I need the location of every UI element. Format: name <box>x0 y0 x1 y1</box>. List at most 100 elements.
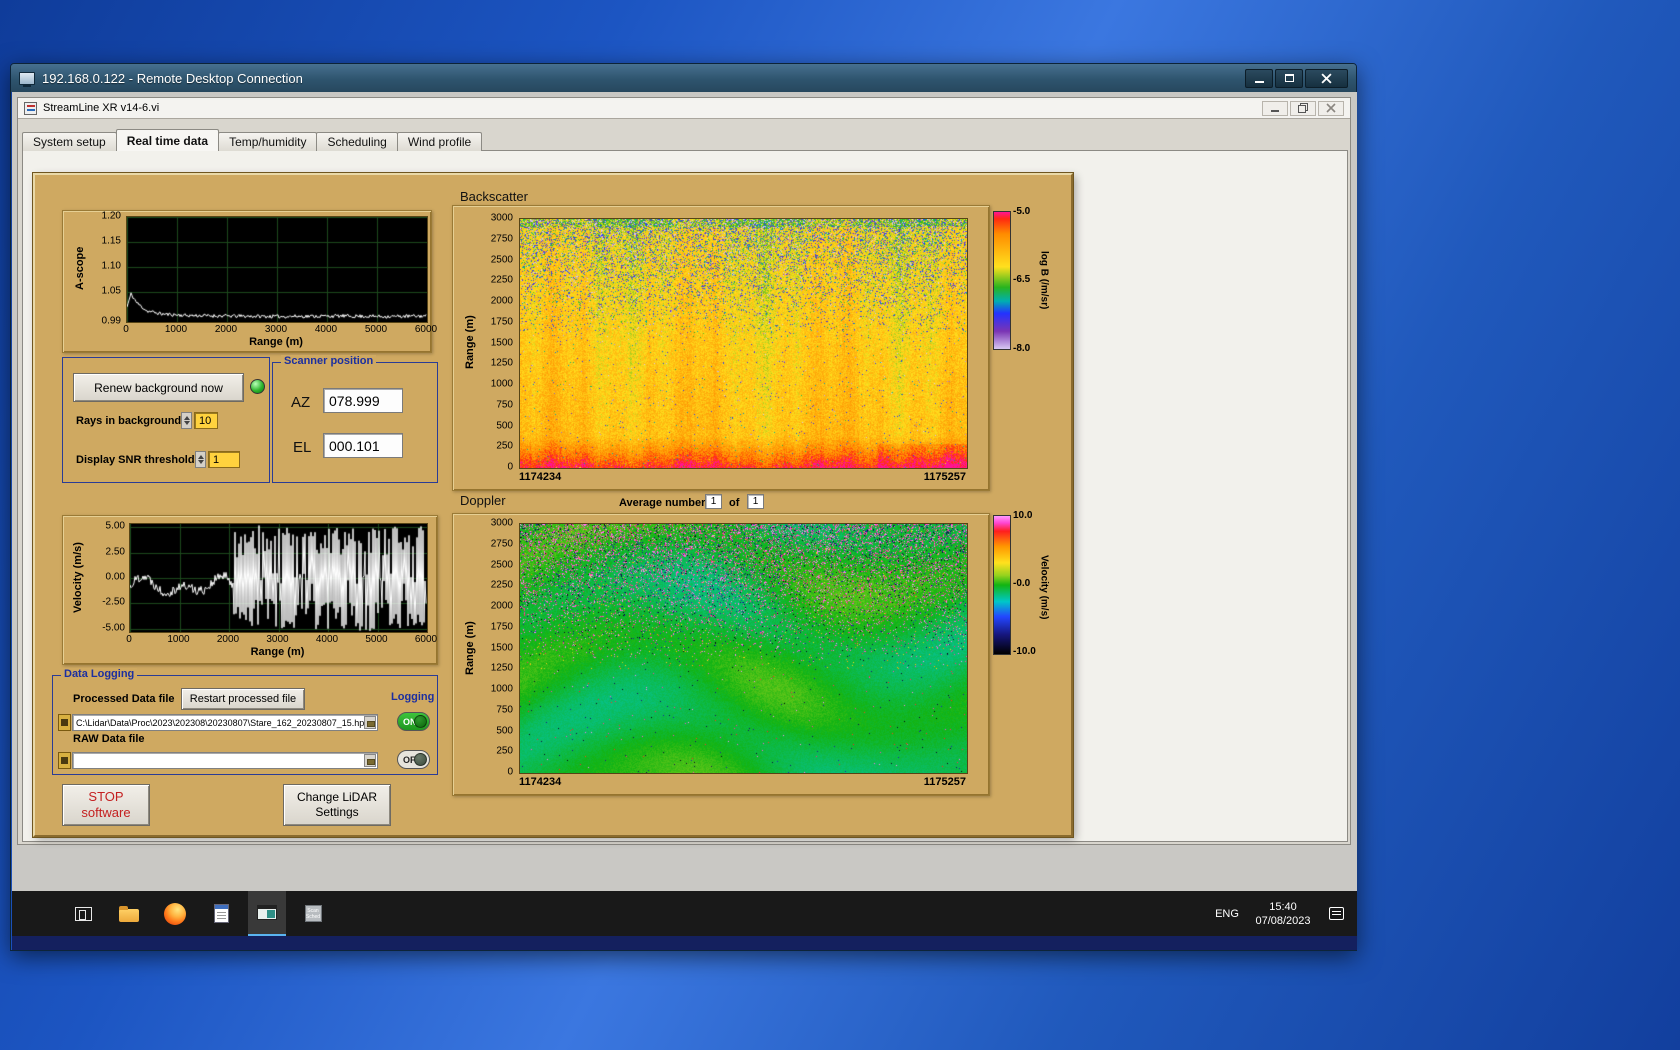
doppler-chart: Range (m) 300027502500225020001750150012… <box>452 513 990 796</box>
browse-folder-icon[interactable] <box>364 716 376 729</box>
raw-path-field[interactable] <box>72 752 378 769</box>
y-tick-label: 2250 <box>491 275 513 286</box>
path-type-icon[interactable] <box>58 752 71 769</box>
velocity-x-ticks: 0100020003000400050006000 <box>129 634 426 645</box>
snr-value-field[interactable]: 1 <box>208 451 240 468</box>
processed-path-field[interactable]: C:\Lidar\Data\Proc\2023\202308\20230807\… <box>72 714 378 731</box>
close-icon <box>1326 103 1336 113</box>
app-titlebar[interactable]: StreamLine XR v14-6.vi <box>18 98 1350 119</box>
path-type-icon[interactable] <box>58 714 71 731</box>
backscatter-cb-label: log B (/m/sr) <box>1037 215 1051 345</box>
y-tick-label: 750 <box>496 704 513 715</box>
scan-scheduler-icon: ScanSched <box>305 905 322 922</box>
rdp-close-button[interactable] <box>1305 69 1348 88</box>
x-tick-label: 4000 <box>315 324 337 335</box>
browse-folder-icon[interactable] <box>364 754 376 767</box>
x-tick-label: 0 <box>126 634 132 645</box>
y-tick-label: -2.50 <box>102 597 125 608</box>
y-tick-label: 0.99 <box>102 316 121 327</box>
y-tick-label: 1750 <box>491 621 513 632</box>
tab-scheduling[interactable]: Scheduling <box>316 132 397 151</box>
raw-logging-toggle[interactable]: OFF <box>397 750 430 769</box>
y-tick-label: 1.05 <box>102 286 121 297</box>
restore-icon <box>1298 103 1308 113</box>
tab-system-setup[interactable]: System setup <box>22 132 117 151</box>
processed-logging-toggle[interactable]: ON <box>397 712 430 731</box>
scan-scheduler-button[interactable]: ScanSched <box>294 891 332 936</box>
y-tick-label: 5.00 <box>106 521 125 532</box>
velocity-plot <box>129 523 428 633</box>
task-view-icon <box>75 907 92 921</box>
rdp-titlebar[interactable]: 192.168.0.122 - Remote Desktop Connectio… <box>11 64 1356 92</box>
ascope-y-axis-label: A-scope <box>73 225 87 311</box>
y-tick-label: 0 <box>507 462 513 473</box>
document-app-button[interactable] <box>202 891 240 936</box>
background-controls-group: Renew background now Rays in background … <box>62 357 270 483</box>
rdp-minimize-button[interactable] <box>1245 69 1273 88</box>
restart-processed-file-button[interactable]: Restart processed file <box>181 688 305 710</box>
y-tick-label: 1750 <box>491 316 513 327</box>
app-close-button[interactable] <box>1318 101 1344 116</box>
task-view-button[interactable] <box>64 891 102 936</box>
rays-spinner[interactable] <box>181 412 192 429</box>
average-total-field[interactable]: 1 <box>747 494 764 509</box>
clock[interactable]: 15:40 07/08/2023 <box>1248 891 1318 936</box>
average-number-field[interactable]: 1 <box>705 494 722 509</box>
rdp-window: 192.168.0.122 - Remote Desktop Connectio… <box>10 63 1357 951</box>
y-tick-label: 250 <box>496 441 513 452</box>
y-tick-label: 0 <box>507 767 513 778</box>
doppler-x-start: 1174234 <box>519 776 561 788</box>
y-tick-label: 1.10 <box>102 261 121 272</box>
y-tick-label: 2500 <box>491 254 513 265</box>
snr-spinner[interactable] <box>195 451 206 468</box>
az-field[interactable]: 078.999 <box>323 388 403 413</box>
x-tick-label: 5000 <box>365 634 387 645</box>
data-logging-title: Data Logging <box>61 668 137 680</box>
x-tick-label: 2000 <box>217 634 239 645</box>
firefox-button[interactable] <box>156 891 194 936</box>
change-lidar-settings-button[interactable]: Change LiDAR Settings <box>283 784 391 826</box>
app-minimize-button[interactable] <box>1262 101 1288 116</box>
raw-data-file-label: RAW Data file <box>73 733 145 745</box>
y-tick-label: -5.00 <box>102 622 125 633</box>
remote-bottom-strip <box>12 936 1357 950</box>
tab-temp-humidity[interactable]: Temp/humidity <box>218 132 317 151</box>
x-tick-label: 1000 <box>165 324 187 335</box>
renew-background-button[interactable]: Renew background now <box>73 373 244 402</box>
maximize-icon <box>1285 74 1294 82</box>
backscatter-y-axis-label: Range (m) <box>463 296 477 388</box>
y-tick-label: 2.50 <box>106 546 125 557</box>
backscatter-x-labels: 1174234 1175257 <box>519 471 966 484</box>
backscatter-colorbar <box>993 211 1011 350</box>
y-tick-label: 2000 <box>491 601 513 612</box>
doppler-cb-tick: -10.0 <box>1013 646 1036 657</box>
doppler-cb-label: Velocity (m/s) <box>1037 527 1051 647</box>
document-icon <box>214 904 229 923</box>
file-explorer-button[interactable] <box>110 891 148 936</box>
doppler-title: Doppler <box>460 493 506 508</box>
backscatter-title: Backscatter <box>460 189 528 204</box>
streamline-app-button[interactable] <box>248 891 286 936</box>
rays-value-field[interactable]: 10 <box>194 412 218 429</box>
rdp-maximize-button[interactable] <box>1275 69 1303 88</box>
y-tick-label: 500 <box>496 725 513 736</box>
az-label: AZ <box>291 394 310 411</box>
velocity-y-ticks: 5.002.500.00-2.50-5.00 <box>89 523 127 631</box>
y-tick-label: 2250 <box>491 580 513 591</box>
scanner-position-group: Scanner position AZ 078.999 EL 000.101 <box>272 362 438 483</box>
tab-real-time-data[interactable]: Real time data <box>116 129 219 151</box>
tab-wind-profile[interactable]: Wind profile <box>397 132 482 151</box>
firefox-icon <box>164 903 186 925</box>
x-tick-label: 6000 <box>415 634 437 645</box>
doppler-cb-tick: 10.0 <box>1013 510 1032 521</box>
average-number-label: Average number <box>619 497 705 509</box>
notification-center-button[interactable] <box>1322 891 1350 936</box>
backscatter-plot <box>519 218 968 469</box>
el-field[interactable]: 000.101 <box>323 433 403 458</box>
app-restore-button[interactable] <box>1290 101 1316 116</box>
stop-software-button[interactable]: STOP software <box>62 784 150 826</box>
backscatter-chart: Range (m) 300027502500225020001750150012… <box>452 205 990 491</box>
language-indicator[interactable]: ENG <box>1210 891 1244 936</box>
minimize-icon <box>1271 110 1279 112</box>
y-tick-label: 2500 <box>491 559 513 570</box>
